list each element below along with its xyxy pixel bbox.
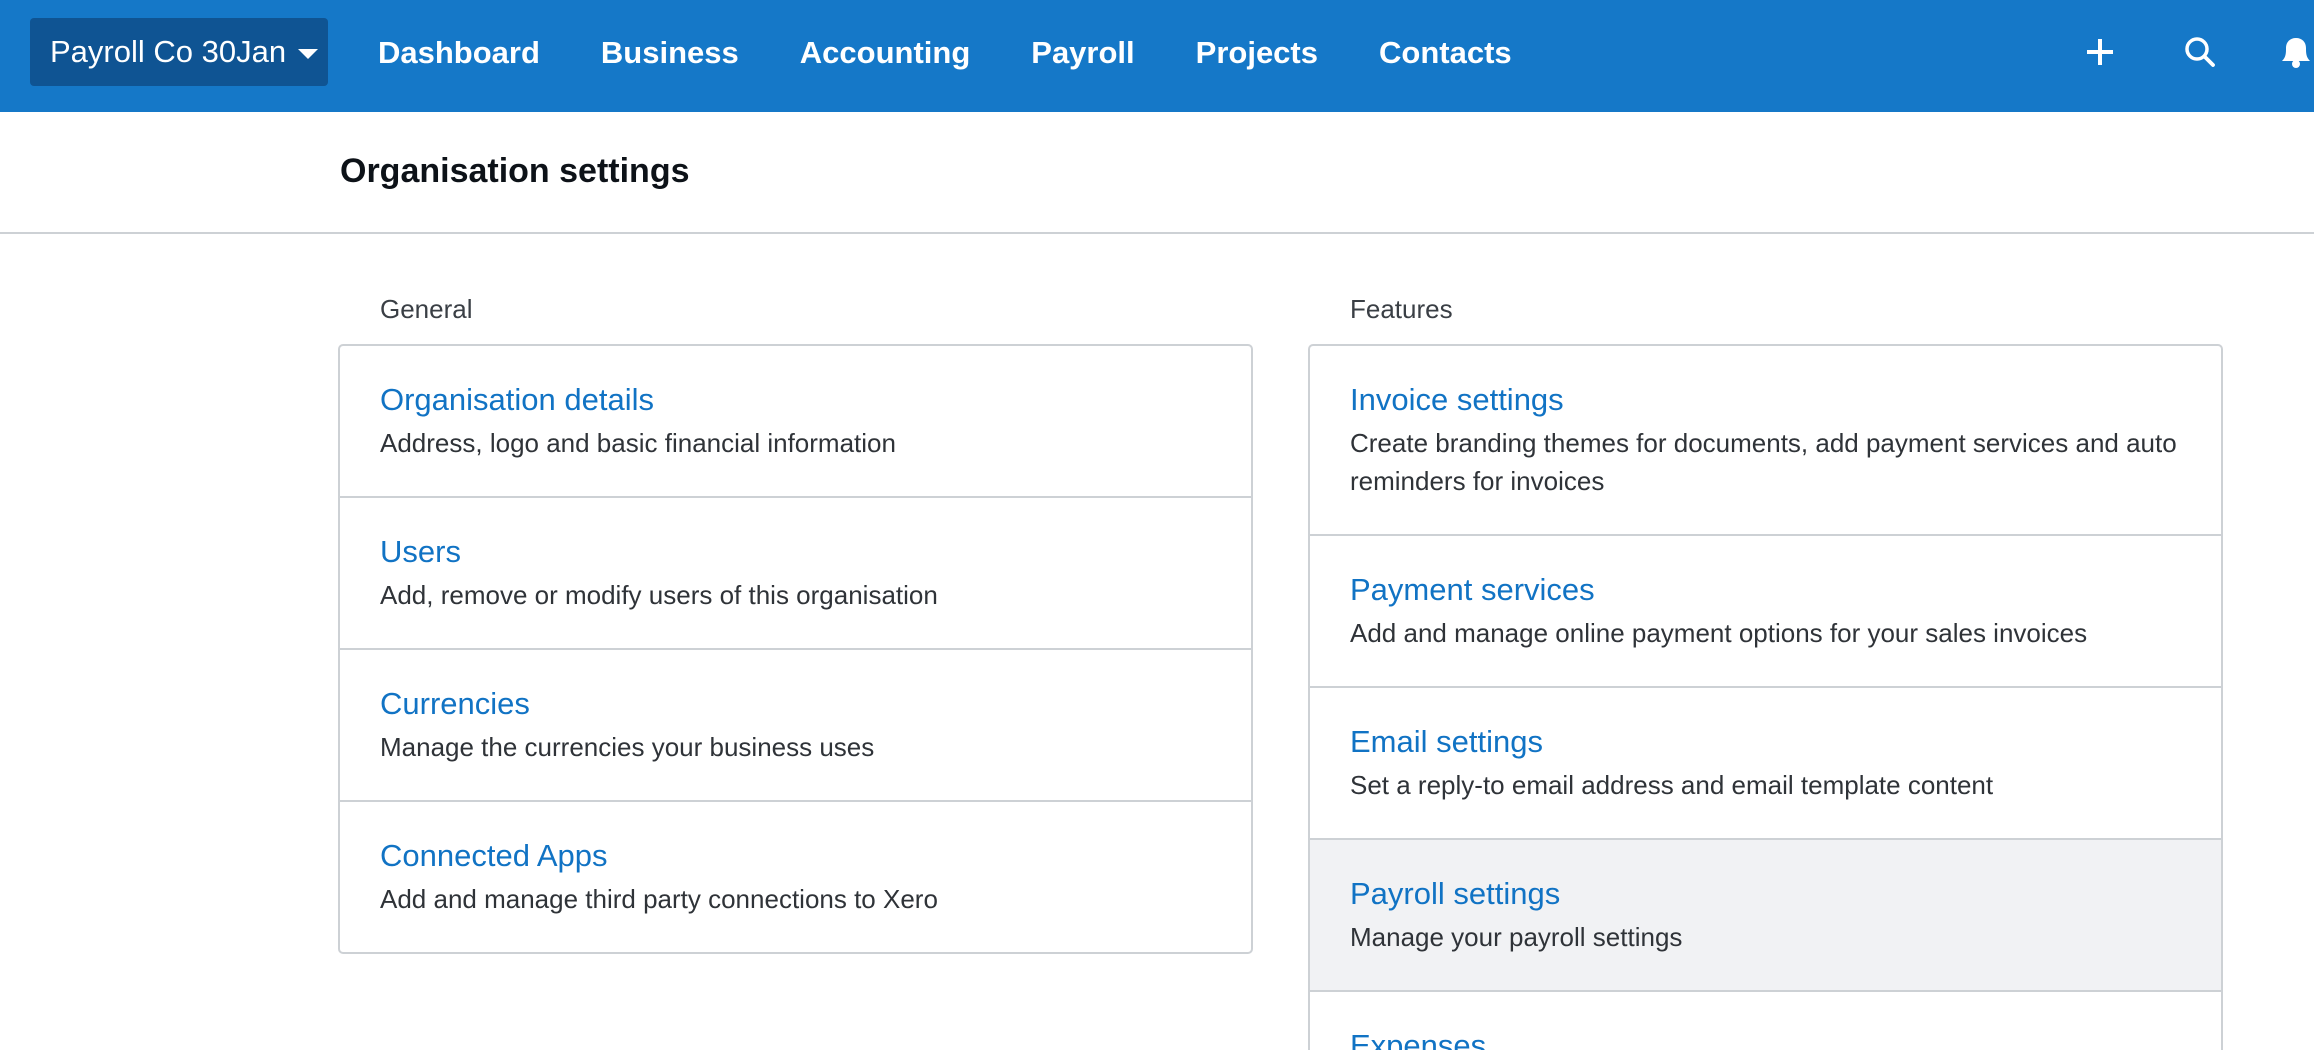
features-section-label: Features <box>1350 294 1453 324</box>
caret-down-icon <box>298 48 319 59</box>
settings-item-payroll-settings[interactable]: Payroll settings Manage your payroll set… <box>1310 838 2221 990</box>
settings-item-expenses[interactable]: Expenses <box>1310 990 2221 1050</box>
settings-item-payment-services[interactable]: Payment services Add and manage online p… <box>1310 534 2221 686</box>
features-settings-list: Invoice settings Create branding themes … <box>1308 344 2223 1050</box>
settings-item-title[interactable]: Expenses <box>1350 1028 2181 1050</box>
settings-item-title[interactable]: Payroll settings <box>1350 876 2181 912</box>
settings-item-description: Add and manage online payment options fo… <box>1350 618 2088 648</box>
settings-item-title[interactable]: Currencies <box>380 686 1211 722</box>
settings-item-title[interactable]: Users <box>380 534 1211 570</box>
settings-item-title[interactable]: Organisation details <box>380 382 1211 418</box>
settings-item-users[interactable]: Users Add, remove or modify users of thi… <box>340 496 1251 648</box>
settings-item-title[interactable]: Payment services <box>1350 572 2181 608</box>
settings-item-invoice-settings[interactable]: Invoice settings Create branding themes … <box>1310 346 2221 534</box>
nav-business[interactable]: Business <box>601 35 739 71</box>
settings-item-description: Add and manage third party connections t… <box>380 884 938 914</box>
page-title: Organisation settings <box>340 152 690 190</box>
plus-icon[interactable] <box>2078 30 2122 74</box>
top-nav-bar: Payroll Co 30Jan Dashboard Business Acco… <box>0 0 2314 112</box>
settings-item-description: Manage the currencies your business uses <box>380 732 875 762</box>
nav-contacts[interactable]: Contacts <box>1379 35 1512 71</box>
settings-item-title[interactable]: Connected Apps <box>380 838 1211 874</box>
settings-item-connected-apps[interactable]: Connected Apps Add and manage third part… <box>340 800 1251 952</box>
search-icon[interactable] <box>2178 30 2222 74</box>
settings-item-description: Set a reply-to email address and email t… <box>1350 770 1994 800</box>
settings-item-description: Add, remove or modify users of this orga… <box>380 580 938 610</box>
settings-item-title[interactable]: Email settings <box>1350 724 2181 760</box>
settings-item-description: Manage your payroll settings <box>1350 922 1683 952</box>
org-name: Payroll Co 30Jan <box>50 34 287 69</box>
settings-item-organisation-details[interactable]: Organisation details Address, logo and b… <box>340 346 1251 496</box>
page-header: Organisation settings <box>0 112 2314 234</box>
nav-accounting[interactable]: Accounting <box>800 35 971 71</box>
nav-projects[interactable]: Projects <box>1196 35 1318 71</box>
settings-item-description: Create branding themes for documents, ad… <box>1350 428 2177 496</box>
settings-item-description: Address, logo and basic financial inform… <box>380 428 896 458</box>
general-section-label: General <box>380 294 473 324</box>
org-switcher-button[interactable]: Payroll Co 30Jan <box>30 18 328 86</box>
settings-item-email-settings[interactable]: Email settings Set a reply-to email addr… <box>1310 686 2221 838</box>
main-nav: Dashboard Business Accounting Payroll Pr… <box>378 0 1573 106</box>
bell-icon[interactable] <box>2276 30 2314 74</box>
settings-item-title[interactable]: Invoice settings <box>1350 382 2181 418</box>
general-settings-list: Organisation details Address, logo and b… <box>338 344 1253 954</box>
settings-item-currencies[interactable]: Currencies Manage the currencies your bu… <box>340 648 1251 800</box>
nav-payroll[interactable]: Payroll <box>1031 35 1134 71</box>
nav-dashboard[interactable]: Dashboard <box>378 35 540 71</box>
